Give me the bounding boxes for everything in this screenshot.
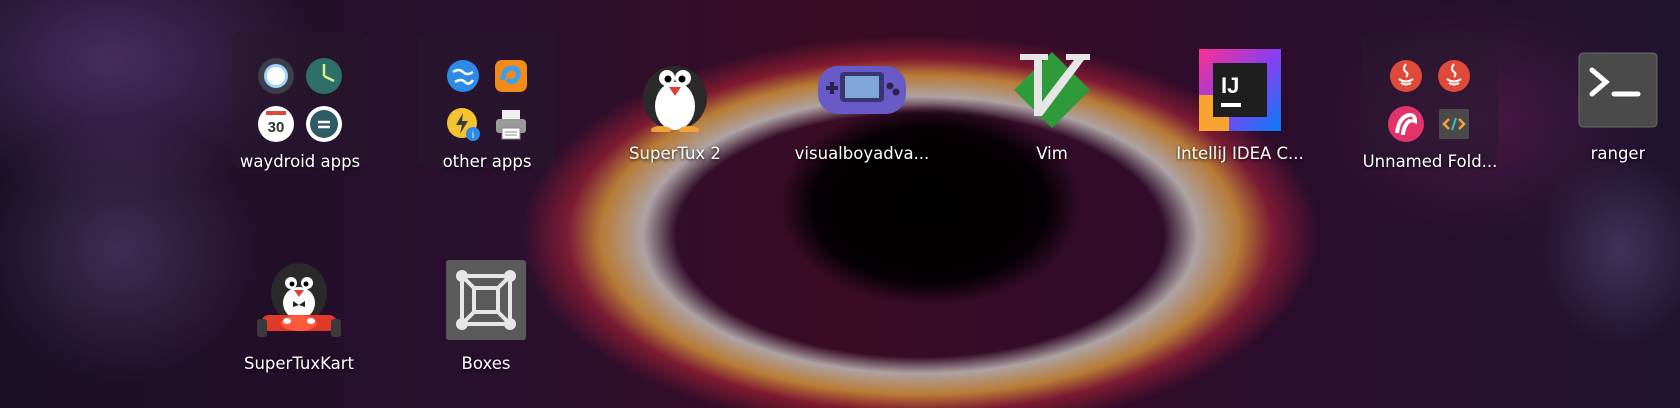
folder-preview [1362, 32, 1498, 168]
app-supertux-2[interactable]: SuperTux 2 [595, 0, 755, 180]
gameboy-advance-icon [816, 44, 908, 136]
code-icon [1430, 107, 1478, 141]
folder-label: other apps [442, 152, 532, 171]
waydroid-bubble-icon [252, 57, 300, 95]
folder-preview: 30 [232, 32, 368, 168]
folder-other-apps[interactable]: i other apps [407, 0, 567, 180]
globe-icon [439, 58, 487, 94]
app-ranger[interactable]: ranger [1538, 0, 1680, 180]
app-boxes[interactable]: Boxes [406, 210, 566, 390]
folder-label: Unnamed Fold... [1362, 152, 1498, 171]
app-label: SuperTux 2 [629, 144, 721, 163]
folder-waydroid-apps[interactable]: 30 waydroid apps [220, 0, 380, 180]
java-icon [1382, 58, 1430, 94]
app-vim[interactable]: Vim [972, 0, 1132, 180]
app-label: ranger [1590, 144, 1646, 163]
app-label: visualboyadva... [794, 144, 930, 163]
app-launcher-grid: 30 waydroid apps i other apps SuperTux 2… [0, 0, 1680, 408]
intellij-icon-text: IJ [1221, 73, 1239, 98]
vim-icon [1006, 44, 1098, 136]
power-info-icon: i [439, 106, 487, 142]
java-icon [1430, 58, 1478, 94]
app-label: Boxes [461, 354, 511, 373]
penguin-icon [629, 44, 721, 136]
app-label: Vim [1036, 144, 1068, 163]
terminal-icon [1572, 44, 1664, 136]
flamingo-icon [1382, 105, 1430, 143]
calendar-icon: 30 [252, 105, 300, 143]
app-visualboyadvance[interactable]: visualboyadva... [782, 0, 942, 180]
calendar-day-text: 30 [268, 119, 285, 136]
notes-icon [300, 105, 348, 143]
intellij-icon: IJ [1194, 44, 1286, 136]
folder-label: waydroid apps [239, 152, 361, 171]
app-intellij-idea[interactable]: IJ IntelliJ IDEA C... [1160, 0, 1320, 180]
app-label: IntelliJ IDEA C... [1176, 144, 1304, 163]
printer-icon [487, 106, 535, 142]
kart-penguin-icon [253, 254, 345, 346]
app-label: SuperTuxKart [243, 354, 355, 373]
clock-icon [300, 57, 348, 95]
app-supertuxkart[interactable]: SuperTuxKart [219, 210, 379, 390]
folder-unnamed[interactable]: Unnamed Fold... [1350, 0, 1510, 180]
boxes-icon [440, 254, 532, 346]
svg-text:i: i [472, 130, 474, 141]
folder-preview: i [419, 32, 555, 168]
swirl-icon [487, 58, 535, 94]
